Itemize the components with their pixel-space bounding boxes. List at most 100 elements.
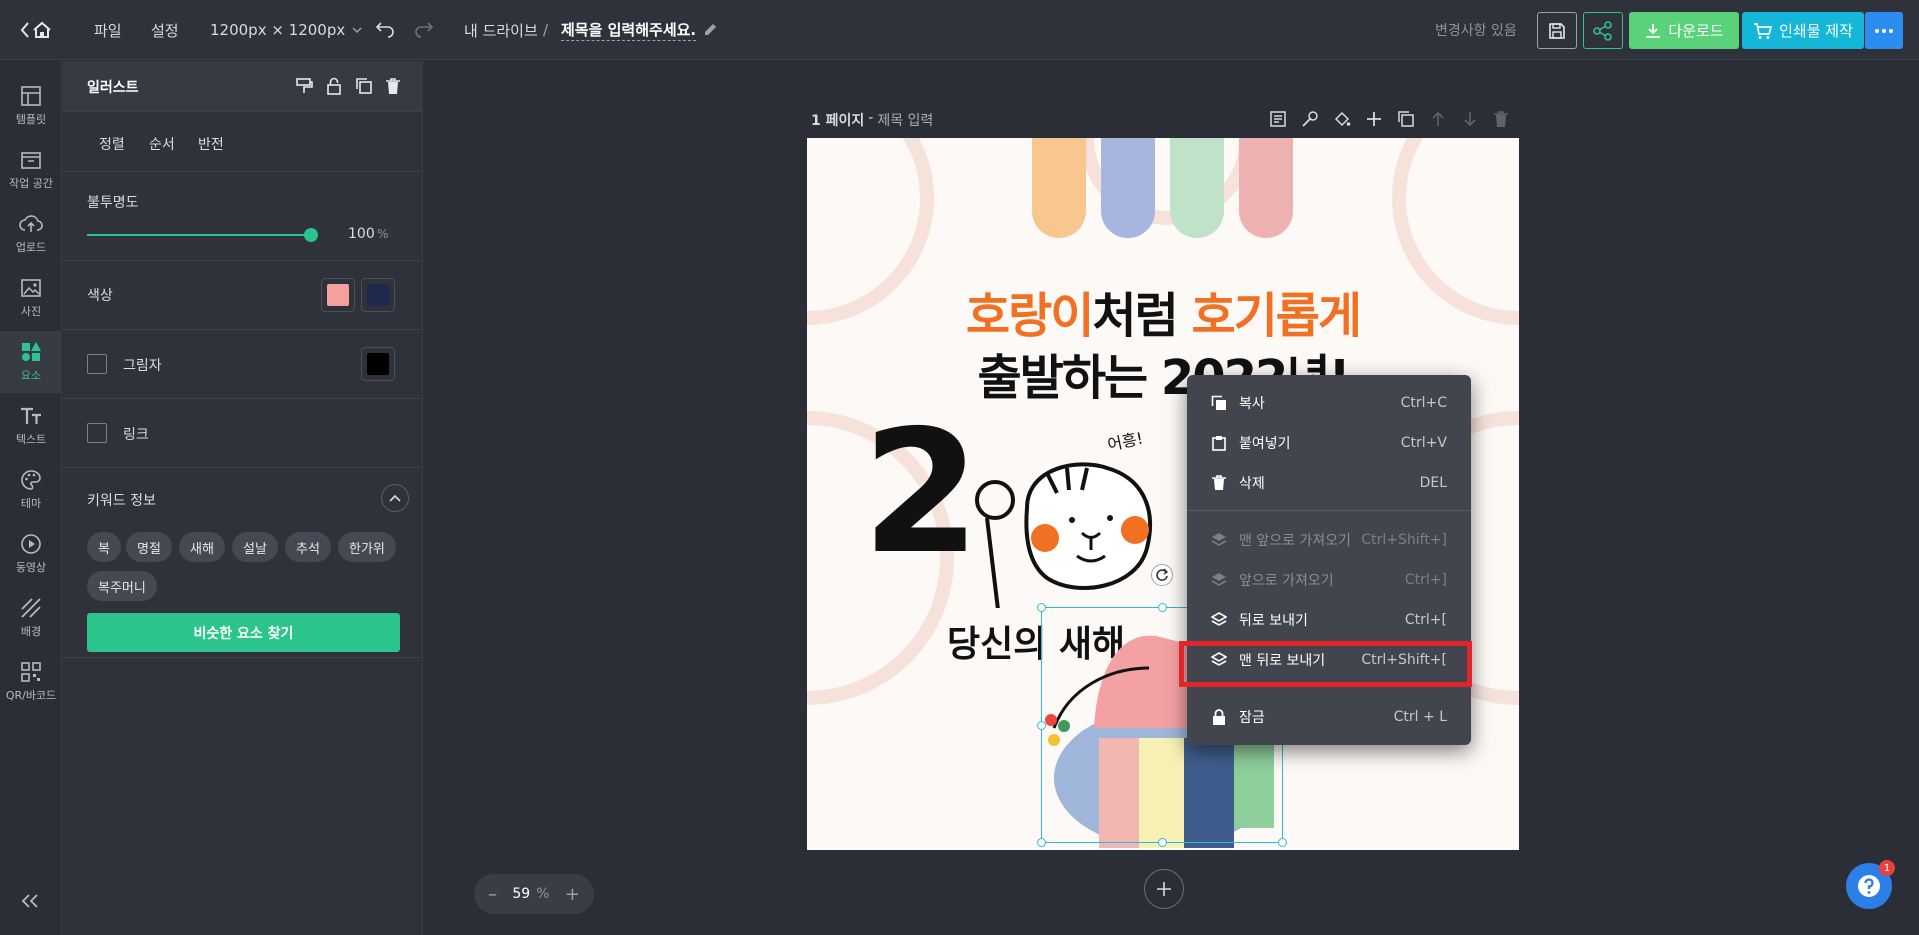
tab-order[interactable]: 순서: [149, 134, 175, 154]
help-question-icon: [1858, 875, 1880, 897]
help-chat-button[interactable]: 1: [1846, 860, 1895, 909]
context-menu: 복사 Ctrl+C 붙여넣기 Ctrl+V 삭제 DEL 맨 앞으로 가져오기 …: [1179, 375, 1472, 745]
keyword-tag[interactable]: 추석: [285, 532, 331, 562]
zoom-out-button[interactable]: –: [488, 884, 497, 905]
menu-item-delete[interactable]: 삭제 DEL: [1187, 463, 1471, 503]
resize-handle[interactable]: [1158, 838, 1167, 847]
keyword-tag[interactable]: 명절: [126, 532, 172, 562]
headline-black-1: 처럼: [1092, 288, 1192, 344]
color-swatch-1[interactable]: [321, 278, 355, 312]
more-menu-button[interactable]: [1865, 12, 1903, 49]
menu-item-bring-to-front[interactable]: 맨 앞으로 가져오기 Ctrl+Shift+]: [1187, 520, 1471, 560]
share-button[interactable]: [1583, 12, 1623, 49]
tiger-illustration[interactable]: [967, 438, 1167, 608]
opacity-slider-handle[interactable]: [304, 228, 318, 242]
keyword-tag[interactable]: 복: [87, 532, 121, 562]
arrow-down-icon[interactable]: [1461, 110, 1479, 128]
paint-bucket-icon[interactable]: [1333, 110, 1351, 128]
keyword-tag[interactable]: 설날: [232, 532, 278, 562]
keyword-tag[interactable]: 복주머니: [87, 571, 157, 601]
shadow-color-swatch[interactable]: [361, 347, 395, 381]
redo-button[interactable]: [414, 0, 434, 60]
keyword-tag[interactable]: 새해: [179, 532, 225, 562]
copy-page-icon[interactable]: [1397, 110, 1415, 128]
delete-button[interactable]: [385, 77, 401, 95]
tab-flip[interactable]: 반전: [198, 134, 224, 154]
rail-item-photos[interactable]: 사진: [0, 267, 62, 329]
add-page-icon[interactable]: [1365, 110, 1383, 128]
keyword-tag[interactable]: 한가위: [338, 532, 396, 562]
resize-handle[interactable]: [1037, 603, 1046, 612]
chevron-up-icon: [389, 494, 401, 502]
rail-item-upload[interactable]: 업로드: [0, 203, 62, 265]
size-dropdown[interactable]: 1200px × 1200px: [210, 0, 363, 60]
headline-line-1[interactable]: 호랑이처럼 호기롭게: [807, 276, 1519, 346]
duplicate-button[interactable]: [355, 77, 373, 95]
doc-title[interactable]: 제목을 입력해주세요.: [561, 0, 718, 60]
rail-item-workspace[interactable]: 작업 공간: [0, 139, 62, 201]
arrow-up-icon[interactable]: [1429, 110, 1447, 128]
background-icon: [21, 598, 41, 618]
page-toolbar: [1269, 110, 1509, 128]
rail-item-qr[interactable]: QR/바코드: [0, 651, 62, 713]
zoom-value[interactable]: 59: [512, 886, 530, 902]
rail-label: 업로드: [15, 241, 47, 254]
breadcrumb-drive[interactable]: 내 드라이브: [464, 0, 538, 60]
lock-button[interactable]: [325, 77, 343, 95]
opacity-slider-track[interactable]: [87, 228, 318, 242]
magic-wand-icon[interactable]: [1301, 110, 1319, 128]
resize-handle[interactable]: [1158, 603, 1167, 612]
rotate-icon: [1156, 568, 1169, 581]
rail-item-text[interactable]: 텍스트: [0, 395, 62, 457]
opacity-slider-fill: [87, 234, 311, 236]
palette-icon: [21, 470, 41, 490]
file-menu[interactable]: 파일: [94, 0, 122, 60]
rail-item-elements[interactable]: 요소: [0, 331, 62, 393]
paint-format-button[interactable]: [295, 77, 313, 95]
keyword-collapse-button[interactable]: [381, 484, 409, 512]
layers-icon: [1211, 612, 1227, 626]
rail-item-templates[interactable]: 템플릿: [0, 75, 62, 137]
save-button[interactable]: [1537, 12, 1577, 49]
tool-rail: 템플릿 작업 공간 업로드 사진 요소 텍스트 테마 동영상 배경 QR/바코드: [0, 61, 62, 935]
rail-item-video[interactable]: 동영상: [0, 523, 62, 585]
memo-icon[interactable]: [1269, 110, 1287, 128]
menu-shortcut: Ctrl+[: [1404, 612, 1447, 628]
download-button[interactable]: 다운로드: [1629, 12, 1739, 49]
zoom-unit: %: [536, 886, 550, 902]
shadow-checkbox[interactable]: [87, 354, 107, 374]
zoom-in-button[interactable]: +: [565, 884, 580, 905]
color-swatch-2[interactable]: [361, 278, 395, 312]
resize-handle[interactable]: [1037, 721, 1046, 730]
home-button[interactable]: [20, 0, 56, 60]
add-page-button[interactable]: [1144, 869, 1184, 909]
rail-item-background[interactable]: 배경: [0, 587, 62, 649]
menu-item-copy[interactable]: 복사 Ctrl+C: [1187, 383, 1471, 423]
rail-label: 배경: [20, 625, 42, 638]
undo-button[interactable]: [375, 0, 395, 60]
opacity-value[interactable]: 100: [348, 226, 375, 242]
menu-item-send-backward[interactable]: 뒤로 보내기 Ctrl+[: [1187, 600, 1471, 640]
tab-align[interactable]: 정렬: [99, 134, 125, 154]
settings-menu[interactable]: 설정: [151, 0, 179, 60]
keyword-label: 키워드 정보: [87, 493, 156, 509]
cloud-upload-icon: [19, 215, 43, 232]
page-header: 1 페이지 - 제목 입력: [811, 110, 933, 130]
resize-handle[interactable]: [1278, 838, 1287, 847]
resize-handle[interactable]: [1037, 838, 1046, 847]
page-title-input[interactable]: 제목 입력: [877, 110, 933, 130]
print-order-button[interactable]: 인쇄물 제작: [1742, 12, 1864, 49]
menu-item-lock[interactable]: 잠금 Ctrl + L: [1187, 697, 1471, 737]
link-checkbox[interactable]: [87, 423, 107, 443]
panel-header: 일러스트: [63, 61, 423, 112]
menu-item-bring-forward[interactable]: 앞으로 가져오기 Ctrl+]: [1187, 560, 1471, 600]
rotate-handle[interactable]: [1151, 564, 1173, 586]
page-number: 1 페이지: [811, 113, 865, 129]
menu-item-paste[interactable]: 붙여넣기 Ctrl+V: [1187, 423, 1471, 463]
find-similar-button[interactable]: 비슷한 요소 찾기: [87, 613, 400, 652]
trash-page-icon[interactable]: [1493, 110, 1509, 128]
rail-item-theme[interactable]: 테마: [0, 459, 62, 521]
color-section: 색상: [63, 261, 423, 330]
collapse-panel-button[interactable]: [19, 893, 41, 909]
big-digit[interactable]: 2: [862, 408, 980, 578]
